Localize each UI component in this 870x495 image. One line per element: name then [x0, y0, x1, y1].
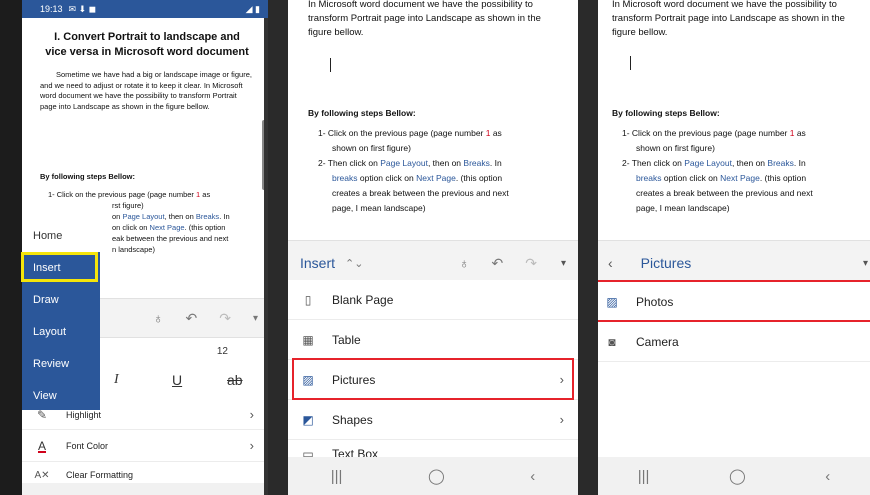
- home-button[interactable]: ◯: [428, 467, 445, 485]
- chevron-down-icon[interactable]: ▾: [863, 258, 868, 269]
- tab-view[interactable]: View: [22, 380, 100, 412]
- camera-icon: ◙: [608, 334, 616, 349]
- recent-apps-button[interactable]: |||: [638, 468, 650, 485]
- android-nav-bar: ||| ◯ ‹: [598, 457, 870, 495]
- step-1-cont: rst figure): [112, 201, 144, 210]
- blank-page-icon: ▯: [304, 292, 312, 307]
- back-button[interactable]: ‹: [825, 468, 830, 485]
- font-size-value[interactable]: 12: [217, 346, 228, 357]
- text-cursor: [630, 56, 631, 70]
- chevron-down-icon[interactable]: ▾: [253, 313, 258, 324]
- steps-heading: By following steps Bellow:: [612, 108, 720, 118]
- step-2-cont2: creates a break between the previous and…: [636, 188, 813, 198]
- underline-button[interactable]: U: [172, 372, 182, 388]
- step-1-cont: shown on first figure): [332, 143, 411, 153]
- redo-icon[interactable]: ↷: [525, 255, 537, 272]
- updown-chevron-icon[interactable]: ⌃⌄: [345, 257, 363, 270]
- blank-page-item[interactable]: ▯ Blank Page: [288, 280, 578, 320]
- step-2-cont3: page, I mean landscape): [636, 203, 730, 213]
- doc-title: I. Convert Portrait to landscape and vic…: [45, 31, 249, 58]
- text-cursor: [330, 58, 331, 72]
- document-body[interactable]: In Microsoft word document we have the p…: [288, 0, 578, 40]
- doc-paragraph: Sometime we have had a big or landscape …: [40, 70, 252, 111]
- table-item[interactable]: ▦ Table: [288, 320, 578, 360]
- step-1-cont: shown on first figure): [636, 143, 715, 153]
- shapes-item[interactable]: ◩ Shapes ›: [288, 400, 578, 440]
- step-1: 1- Click on the previous page (page numb…: [318, 128, 502, 138]
- steps-block: By following steps Bellow: 1- Click on t…: [288, 108, 578, 216]
- empty-area: [598, 362, 870, 457]
- step-2-cont: breaks option click on Next Page. (this …: [636, 173, 807, 183]
- tab-draw[interactable]: Draw: [22, 284, 100, 316]
- pictures-title: Pictures: [640, 255, 692, 271]
- status-icons: ✉ ⬇ ◼: [68, 3, 97, 14]
- tab-layout[interactable]: Layout: [22, 316, 100, 348]
- doc-top-text: In Microsoft word document we have the p…: [612, 0, 845, 38]
- step-2-cont2: creates a break between the previous and…: [332, 188, 509, 198]
- pictures-callout-box: [292, 358, 574, 400]
- steps-heading: By following steps Bellow:: [40, 172, 136, 181]
- steps-block: By following steps Bellow: 1- Click on t…: [598, 108, 870, 216]
- font-color-icon: A: [37, 438, 46, 453]
- tab-home-item[interactable]: Home: [22, 220, 100, 252]
- step-2: 2- Then click on Page Layout, then on Br…: [622, 158, 806, 168]
- chevron-right-icon: ›: [249, 438, 254, 453]
- camera-item[interactable]: ◙ Camera: [598, 322, 870, 362]
- step-1: 1- Click on the previous page (page numb…: [48, 190, 211, 199]
- gutter-3: [578, 0, 598, 495]
- undo-icon[interactable]: ↶: [492, 255, 504, 272]
- step-2-cont: breaks option click on Next Page. (this …: [332, 173, 503, 183]
- photos-callout-box: [598, 280, 870, 322]
- insert-tab-dropdown[interactable]: Insert: [300, 255, 335, 271]
- italic-button[interactable]: I: [114, 372, 119, 388]
- lightbulb-icon[interactable]: ♁: [153, 310, 164, 326]
- gutter-2: [268, 0, 288, 495]
- step-2: 2- Then click on Page Layout, then on Br…: [318, 158, 502, 168]
- status-bar: 19:13 ✉ ⬇ ◼ ◢ ▮: [22, 0, 268, 18]
- clear-formatting-item[interactable]: A✕ Clear Formatting: [22, 462, 268, 482]
- chevron-right-icon: ›: [559, 412, 564, 427]
- step-1: 1- Click on the previous page (page numb…: [622, 128, 806, 138]
- redo-icon[interactable]: ↷: [219, 310, 231, 327]
- font-color-item[interactable]: A Font Color ›: [22, 430, 268, 462]
- insert-highlight-box: [21, 252, 98, 282]
- table-icon: ▦: [302, 332, 314, 347]
- doc-top-text: In Microsoft word document we have the p…: [308, 0, 541, 38]
- chevron-right-icon: ›: [249, 407, 254, 422]
- home-button[interactable]: ◯: [729, 467, 746, 485]
- android-nav-bar: ||| ◯ ‹: [288, 457, 578, 495]
- step-2-cont3: page, I mean landscape): [332, 203, 426, 213]
- tab-review[interactable]: Review: [22, 348, 100, 380]
- recent-apps-button[interactable]: |||: [331, 468, 343, 485]
- left-gutter: [0, 0, 22, 495]
- chevron-down-icon[interactable]: ▾: [561, 258, 566, 269]
- clear-format-icon: A✕: [34, 470, 50, 481]
- back-button[interactable]: ‹: [530, 468, 535, 485]
- lightbulb-icon[interactable]: ♁: [459, 255, 470, 271]
- panel-2-phone: In Microsoft word document we have the p…: [288, 0, 578, 495]
- back-chevron-icon[interactable]: ‹: [608, 255, 613, 271]
- panel-3-phone: In Microsoft word document we have the p…: [598, 0, 870, 495]
- nav-bar-partial: [22, 483, 268, 495]
- steps-heading: By following steps Bellow:: [308, 108, 416, 118]
- shapes-icon: ◩: [302, 412, 314, 427]
- signal-icon: ◢ ▮: [245, 3, 260, 14]
- undo-icon[interactable]: ↶: [186, 310, 198, 327]
- document-body[interactable]: In Microsoft word document we have the p…: [598, 0, 870, 40]
- status-time: 19:13: [40, 4, 63, 14]
- strikethrough-button[interactable]: ab: [227, 372, 243, 388]
